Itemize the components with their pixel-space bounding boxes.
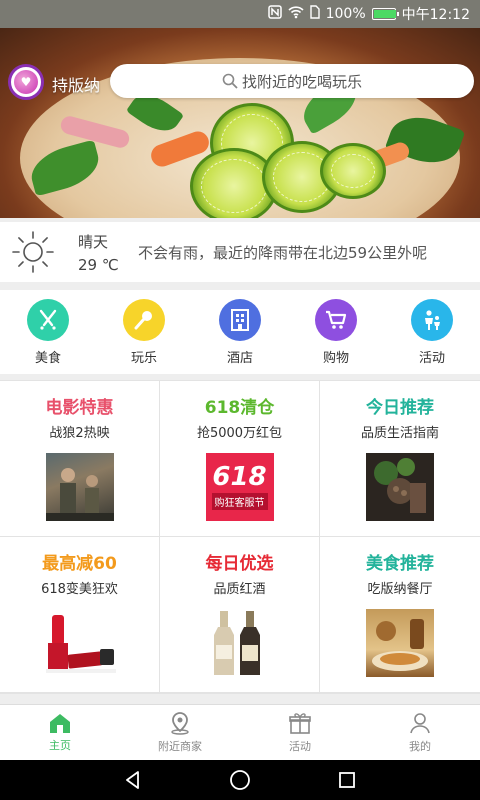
restaurant-food-image [366,609,434,677]
bottom-tab-bar: 主页 附近商家 活动 我的 [0,704,480,760]
tab-label: 附近商家 [158,740,202,753]
tab-label: 活动 [289,740,311,753]
wine-bottles-image [200,609,280,677]
tab-label: 主页 [49,739,71,752]
category-nav: 美食 玩乐 酒店 购物 活动 [0,290,480,374]
tab-profile[interactable]: 我的 [360,705,480,760]
category-label: 酒店 [226,350,253,366]
movie-poster-image [45,453,114,521]
weather-widget[interactable]: 晴天 29 ℃ 不会有雨，最近的降雨带在北边59公里外呢 [0,222,480,282]
wifi-icon [288,5,304,23]
promo-grid: 电影特惠 战狼2热映 618清仓 抢5000万红包 618 购狂客服节 今日推荐… [0,380,480,694]
system-navigation-bar [0,760,480,800]
battery-icon [371,8,399,20]
sun-icon [12,231,54,273]
hotel-icon [219,298,261,341]
category-hotel[interactable]: 酒店 [200,298,280,366]
tab-home[interactable]: 主页 [0,705,120,760]
promo-title: 最高减60 [42,554,117,574]
clock: 中午12:12 [401,7,470,23]
promo-title: 美食推荐 [366,554,434,574]
search-icon [222,73,238,89]
promo-subtitle: 抢5000万红包 [196,426,283,441]
search-bar[interactable]: 找附近的吃喝玩乐 [110,64,474,98]
promo-title: 今日推荐 [366,398,434,418]
weather-condition: 晴天 [78,232,109,251]
recents-icon[interactable] [337,770,357,790]
tab-nearby[interactable]: 附近商家 [120,705,240,760]
category-label: 购物 [322,350,349,366]
category-label: 活动 [418,350,445,366]
promo-card-recommend[interactable]: 今日推荐 品质生活指南 [320,381,480,536]
promo-subtitle: 吃版纳餐厅 [367,582,433,597]
category-label: 美食 [34,350,61,366]
location-icon [171,712,189,735]
promo-card-618-sale[interactable]: 618清仓 抢5000万红包 618 购狂客服节 [160,381,319,536]
gift-icon [289,713,311,734]
category-label: 玩乐 [130,350,157,366]
sale-banner-image: 618 购狂客服节 [205,453,274,521]
user-icon [410,713,430,734]
promo-subtitle: 品质生活指南 [360,426,439,441]
home-icon [50,714,70,733]
battery-percent: 100% [325,6,366,22]
category-food[interactable]: 美食 [8,298,88,366]
banner-carousel[interactable]: ♥ 持版纳 找附近的吃喝玩乐 [0,28,480,218]
cart-icon [315,298,357,341]
promo-title: 每日优选 [205,554,274,574]
status-bar: 100% 中午12:12 [0,0,480,28]
promo-title: 618清仓 [204,398,275,418]
weather-temperature: 29 ℃ [78,255,119,274]
promo-card-beauty[interactable]: 最高减60 618变美狂欢 [0,537,159,692]
promo-card-restaurant[interactable]: 美食推荐 吃版纳餐厅 [320,537,480,692]
tab-label: 我的 [409,740,431,753]
home-circle-icon[interactable] [229,769,251,791]
promo-title: 电影特惠 [45,398,114,418]
category-entertainment[interactable]: 玩乐 [104,298,184,366]
app-logo[interactable]: ♥ [8,64,44,100]
promo-card-movie[interactable]: 电影特惠 战狼2热映 [0,381,159,536]
sale-banner-number: 618 [212,462,267,492]
food-icon [27,298,69,341]
tab-events[interactable]: 活动 [240,705,360,760]
brand-name: 持版纳 [52,76,101,95]
promo-subtitle: 战狼2热映 [49,426,110,441]
back-icon[interactable] [123,770,143,790]
sim-icon [309,5,320,23]
plants-photo-image [366,453,434,521]
promo-subtitle: 618变美狂欢 [41,582,118,597]
promo-subtitle: 品质红酒 [213,582,266,597]
promo-card-wine[interactable]: 每日优选 品质红酒 [160,537,319,692]
people-icon [411,298,453,341]
weather-message: 不会有雨，最近的降雨带在北边59公里外呢 [138,243,428,262]
category-shopping[interactable]: 购物 [296,298,376,366]
nfc-icon [267,5,282,23]
lipstick-image [40,609,120,677]
category-events[interactable]: 活动 [392,298,472,366]
microphone-icon [123,298,165,341]
sale-banner-caption: 购狂客服节 [211,493,268,510]
search-placeholder: 找附近的吃喝玩乐 [241,72,362,91]
